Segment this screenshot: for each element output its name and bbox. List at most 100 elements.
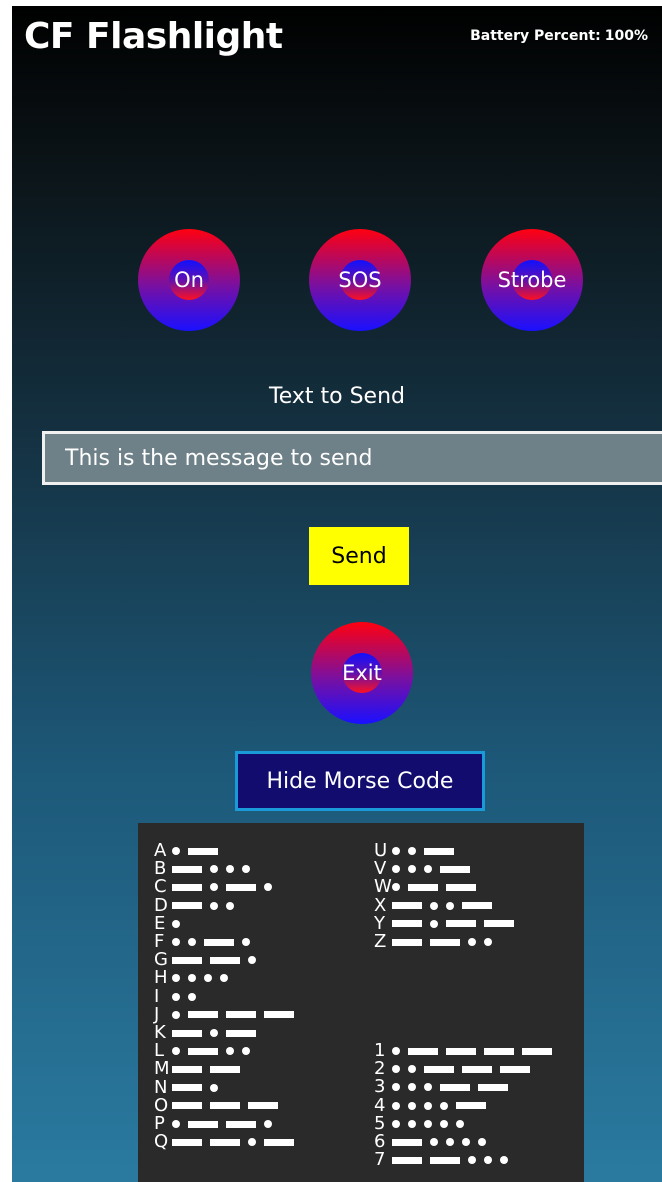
battery-value: 100% xyxy=(604,28,648,44)
morse-dash xyxy=(210,1065,240,1073)
morse-dot xyxy=(264,1120,272,1128)
morse-row-6: 6 xyxy=(374,1133,494,1151)
morse-code-symbols xyxy=(172,1083,226,1092)
morse-row-x: X xyxy=(374,894,500,916)
morse-dash xyxy=(446,883,476,891)
morse-code-symbols xyxy=(392,901,500,910)
morse-dash xyxy=(462,1065,492,1073)
morse-dot xyxy=(446,1138,454,1146)
morse-dot xyxy=(210,883,218,892)
morse-code-symbols xyxy=(172,901,242,910)
morse-dash xyxy=(500,1065,530,1073)
morse-row-p: P xyxy=(154,1115,280,1133)
morse-dash xyxy=(408,883,438,891)
morse-row-j: J xyxy=(154,1005,302,1024)
morse-row-1: 1 xyxy=(374,1042,560,1060)
morse-dot xyxy=(468,938,476,946)
morse-dash xyxy=(226,883,256,891)
morse-dash xyxy=(226,1120,256,1128)
strobe-button[interactable]: Strobe xyxy=(481,229,583,331)
morse-code-symbols xyxy=(172,992,204,1001)
morse-code-symbols xyxy=(172,1029,264,1037)
morse-dot xyxy=(408,847,416,855)
morse-dot xyxy=(408,1065,416,1074)
morse-dot xyxy=(456,1119,464,1128)
morse-code-chart: ABCDEFGHIJKLMNOPQUVWXYZ1234567 xyxy=(138,823,584,1182)
morse-dot xyxy=(242,865,250,874)
morse-dash xyxy=(210,1138,240,1146)
morse-dot xyxy=(242,1047,250,1056)
morse-code-symbols xyxy=(172,883,280,892)
morse-dot xyxy=(446,901,454,910)
morse-char: N xyxy=(154,1076,168,1098)
morse-dot xyxy=(172,1047,180,1056)
morse-char: X xyxy=(374,894,387,916)
morse-dash xyxy=(188,1011,218,1019)
morse-dash xyxy=(188,1120,218,1128)
morse-dash xyxy=(484,1047,514,1055)
morse-row-d: D xyxy=(154,894,242,916)
morse-row-c: C xyxy=(154,878,280,896)
morse-row-w: W xyxy=(374,878,484,896)
morse-dot xyxy=(392,1101,400,1110)
morse-code-symbols xyxy=(172,1047,258,1056)
morse-dot xyxy=(408,1083,416,1092)
morse-dot xyxy=(430,919,438,928)
morse-dash xyxy=(446,1047,476,1055)
morse-dot xyxy=(392,883,400,892)
morse-dot xyxy=(210,1029,218,1037)
battery-status: Battery Percent: 100% xyxy=(470,28,648,44)
morse-dot xyxy=(172,992,180,1001)
morse-dot xyxy=(478,1138,486,1146)
morse-code-symbols xyxy=(392,1065,538,1074)
morse-dash xyxy=(484,920,514,928)
exit-button[interactable]: Exit xyxy=(311,622,413,724)
on-button-label: On xyxy=(174,268,204,292)
morse-dot xyxy=(424,865,432,874)
morse-dash xyxy=(522,1047,552,1055)
morse-row-4: 4 xyxy=(374,1096,494,1115)
morse-dash xyxy=(264,1011,294,1019)
morse-dot xyxy=(264,883,272,892)
morse-dot xyxy=(424,1083,432,1092)
morse-dash xyxy=(440,1083,470,1091)
morse-dot xyxy=(210,901,218,910)
morse-dash xyxy=(188,1047,218,1055)
morse-code-symbols xyxy=(392,865,478,874)
morse-row-b: B xyxy=(154,860,258,878)
morse-char: Z xyxy=(374,931,387,952)
morse-dot xyxy=(172,919,180,928)
hide-morse-code-button[interactable]: Hide Morse Code xyxy=(235,751,485,811)
morse-dot xyxy=(172,847,180,855)
morse-row-i: I xyxy=(154,987,204,1006)
morse-dash xyxy=(408,1047,438,1055)
morse-dot xyxy=(484,938,492,946)
morse-dash xyxy=(210,956,240,964)
morse-row-f: F xyxy=(154,933,258,951)
morse-code-symbols xyxy=(392,1156,516,1165)
morse-dot xyxy=(392,1119,400,1128)
morse-code-symbols xyxy=(172,1010,302,1019)
morse-row-h: H xyxy=(154,969,236,987)
morse-row-n: N xyxy=(154,1076,226,1098)
morse-char: D xyxy=(154,894,168,916)
sos-button-label: SOS xyxy=(338,268,382,292)
morse-row-2: 2 xyxy=(374,1060,538,1078)
strobe-button-label: Strobe xyxy=(497,268,567,292)
morse-code-symbols xyxy=(392,847,462,855)
morse-code-symbols xyxy=(172,938,258,946)
message-input[interactable] xyxy=(42,431,662,485)
morse-dot xyxy=(424,1101,432,1110)
on-button[interactable]: On xyxy=(138,229,240,331)
sos-button[interactable]: SOS xyxy=(309,229,411,331)
exit-button-label: Exit xyxy=(342,661,382,685)
morse-row-y: Y xyxy=(374,914,522,933)
morse-dash xyxy=(424,1065,454,1073)
morse-dash xyxy=(172,1102,202,1110)
morse-code-symbols xyxy=(392,938,500,946)
app-title: CF Flashlight xyxy=(24,16,283,57)
morse-dash xyxy=(392,920,422,928)
morse-dash xyxy=(248,1102,278,1110)
send-button[interactable]: Send xyxy=(309,527,409,585)
morse-dash xyxy=(392,902,422,910)
